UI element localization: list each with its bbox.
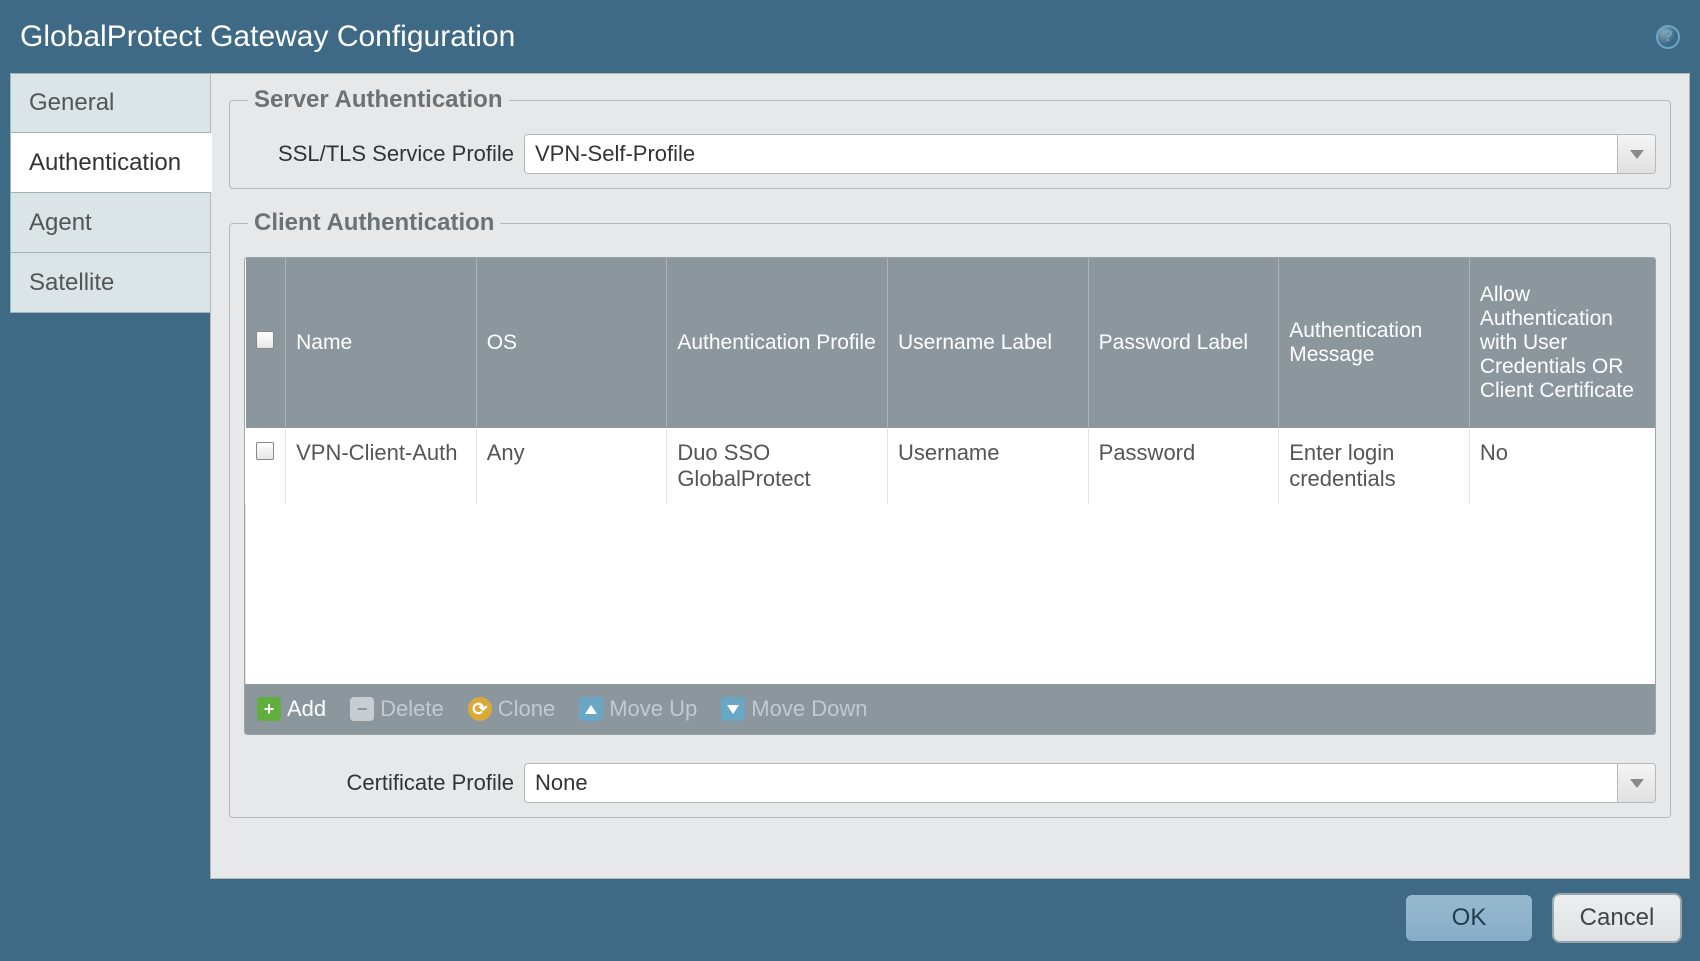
th-os[interactable]: OS: [476, 258, 667, 428]
server-auth-group: Server Authentication SSL/TLS Service Pr…: [229, 86, 1671, 189]
arrow-down-icon: [721, 697, 745, 721]
tab-satellite[interactable]: Satellite: [10, 253, 210, 313]
cell-auth-profile: Duo SSO GlobalProtect: [667, 428, 888, 504]
cert-profile-combo[interactable]: None: [524, 763, 1656, 803]
delete-button[interactable]: − Delete: [350, 696, 444, 722]
cancel-label: Cancel: [1580, 904, 1655, 932]
move-up-button[interactable]: Move Up: [579, 696, 697, 722]
cancel-button[interactable]: Cancel: [1552, 893, 1682, 943]
chevron-down-icon: [1630, 150, 1644, 159]
cell-password-label: Password: [1088, 428, 1279, 504]
th-auth-profile[interactable]: Authentication Profile: [667, 258, 888, 428]
tab-authentication[interactable]: Authentication: [10, 133, 210, 193]
th-allow[interactable]: Allow Authentication with User Credentia…: [1469, 258, 1655, 428]
clone-icon: ⟳: [468, 697, 492, 721]
tab-satellite-label: Satellite: [29, 269, 114, 297]
cert-profile-label: Certificate Profile: [244, 770, 514, 796]
ssl-label: SSL/TLS Service Profile: [244, 141, 514, 167]
tab-agent[interactable]: Agent: [10, 193, 210, 253]
cert-profile-dropdown-icon[interactable]: [1617, 764, 1655, 802]
checkbox-icon[interactable]: [256, 331, 274, 349]
titlebar: GlobalProtect Gateway Configuration ?: [0, 0, 1700, 73]
dialog: GlobalProtect Gateway Configuration ? Ge…: [0, 0, 1700, 961]
body: General Authentication Agent Satellite S…: [0, 73, 1700, 879]
sidebar: General Authentication Agent Satellite: [10, 73, 210, 879]
add-label: Add: [287, 696, 326, 722]
cell-os: Any: [476, 428, 667, 504]
plus-icon: +: [257, 697, 281, 721]
th-password-label[interactable]: Password Label: [1088, 258, 1279, 428]
move-up-label: Move Up: [609, 696, 697, 722]
ok-button[interactable]: OK: [1404, 893, 1534, 943]
client-auth-legend: Client Authentication: [248, 209, 500, 237]
tab-general[interactable]: General: [10, 73, 210, 133]
server-auth-legend: Server Authentication: [248, 86, 509, 114]
client-auth-table: Name OS Authentication Profile Username …: [245, 258, 1655, 684]
move-down-button[interactable]: Move Down: [721, 696, 867, 722]
th-name[interactable]: Name: [286, 258, 477, 428]
ssl-row: SSL/TLS Service Profile VPN-Self-Profile: [244, 134, 1656, 174]
footer: OK Cancel: [0, 879, 1700, 961]
ssl-profile-combo[interactable]: VPN-Self-Profile: [524, 134, 1656, 174]
clone-label: Clone: [498, 696, 555, 722]
delete-label: Delete: [380, 696, 444, 722]
move-down-label: Move Down: [751, 696, 867, 722]
row-checkbox-icon[interactable]: [256, 442, 274, 460]
ssl-profile-value: VPN-Self-Profile: [525, 135, 1617, 173]
help-icon[interactable]: ?: [1656, 25, 1680, 49]
dialog-title: GlobalProtect Gateway Configuration: [20, 20, 515, 54]
cell-username-label: Username: [888, 428, 1089, 504]
cert-profile-row: Certificate Profile None: [244, 763, 1656, 803]
cell-name: VPN-Client-Auth: [286, 428, 477, 504]
grid-toolbar: + Add − Delete ⟳ Clone: [245, 684, 1655, 734]
th-select-all[interactable]: [246, 258, 286, 428]
th-username-label[interactable]: Username Label: [888, 258, 1089, 428]
cert-profile-value: None: [525, 764, 1617, 802]
client-auth-grid: Name OS Authentication Profile Username …: [244, 257, 1656, 735]
tab-agent-label: Agent: [29, 209, 92, 237]
main-panel: Server Authentication SSL/TLS Service Pr…: [210, 73, 1690, 879]
minus-icon: −: [350, 697, 374, 721]
tab-general-label: General: [29, 89, 114, 117]
ssl-profile-dropdown-icon[interactable]: [1617, 135, 1655, 173]
tab-authentication-label: Authentication: [29, 149, 181, 177]
chevron-down-icon: [1630, 779, 1644, 788]
table-empty-space: [246, 504, 1656, 684]
client-auth-group: Client Authentication Name OS Authentica…: [229, 209, 1671, 818]
th-auth-message[interactable]: Authentication Message: [1279, 258, 1470, 428]
table-header-row: Name OS Authentication Profile Username …: [246, 258, 1656, 428]
add-button[interactable]: + Add: [257, 696, 326, 722]
ok-label: OK: [1452, 904, 1487, 932]
arrow-up-icon: [579, 697, 603, 721]
cell-allow: No: [1469, 428, 1655, 504]
cell-auth-message: Enter login credentials: [1279, 428, 1470, 504]
table-row[interactable]: VPN-Client-Auth Any Duo SSO GlobalProtec…: [246, 428, 1656, 504]
clone-button[interactable]: ⟳ Clone: [468, 696, 555, 722]
